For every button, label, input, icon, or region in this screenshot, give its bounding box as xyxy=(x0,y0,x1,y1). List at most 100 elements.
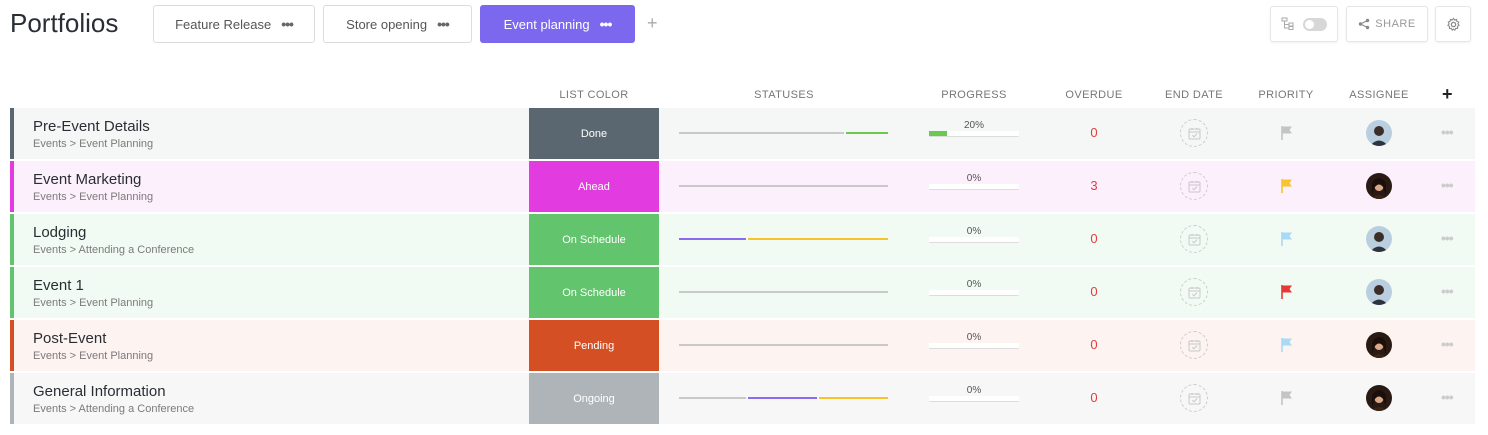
avatar-male[interactable] xyxy=(1366,120,1392,146)
more-dots-icon[interactable]: ••• xyxy=(600,16,613,32)
list-color-block[interactable]: Done xyxy=(529,108,659,159)
row-name[interactable]: Event 1 xyxy=(33,277,84,294)
add-tab-button[interactable]: + xyxy=(647,13,658,34)
hierarchy-toggle-button[interactable] xyxy=(1270,6,1338,42)
column-header-progress[interactable]: PROGRESS xyxy=(924,89,1024,101)
table-row[interactable]: Pre-Event Details Events > Event Plannin… xyxy=(10,108,1475,159)
overdue-count: 0 xyxy=(1090,231,1098,246)
row-color-bar xyxy=(10,161,14,212)
row-name[interactable]: Lodging xyxy=(33,224,86,241)
avatar-male[interactable] xyxy=(1366,279,1392,305)
status-segment xyxy=(679,344,888,346)
column-header-end-date[interactable]: END DATE xyxy=(1154,89,1234,101)
row-name[interactable]: Pre-Event Details xyxy=(33,118,150,135)
table-row[interactable]: Event 1 Events > Event Planning On Sched… xyxy=(10,267,1475,318)
status-segment xyxy=(748,397,817,399)
priority-flag-icon[interactable] xyxy=(1280,337,1294,353)
list-color-block[interactable]: Ongoing xyxy=(529,373,659,424)
progress-label: 0% xyxy=(966,385,982,396)
end-date-picker[interactable] xyxy=(1180,172,1208,200)
priority-flag-icon[interactable] xyxy=(1280,125,1294,141)
row-breadcrumb: Events > Event Planning xyxy=(33,297,154,309)
column-header-assignee[interactable]: ASSIGNEE xyxy=(1339,89,1419,101)
row-color-bar xyxy=(10,320,14,371)
calendar-icon xyxy=(1188,287,1201,299)
progress-bar xyxy=(929,343,1019,349)
gear-icon xyxy=(1446,17,1460,31)
priority-flag-icon[interactable] xyxy=(1280,390,1294,406)
column-header-list-color[interactable]: LIST COLOR xyxy=(539,89,649,101)
progress-fill xyxy=(929,131,947,136)
overdue-count: 0 xyxy=(1090,337,1098,352)
progress-bar xyxy=(929,290,1019,296)
share-button[interactable]: SHARE xyxy=(1346,6,1428,42)
calendar-icon xyxy=(1188,128,1201,140)
progress-label: 0% xyxy=(966,279,982,290)
more-dots-icon[interactable]: ••• xyxy=(437,16,450,32)
row-color-bar xyxy=(10,267,14,318)
column-header-statuses[interactable]: STATUSES xyxy=(704,89,864,101)
table-row[interactable]: Post-Event Events > Event Planning Pendi… xyxy=(10,320,1475,371)
progress-bar xyxy=(929,131,1019,137)
table-row[interactable]: Lodging Events > Attending a Conference … xyxy=(10,214,1475,265)
tab-feature-release[interactable]: Feature Release ••• xyxy=(153,5,315,43)
row-name[interactable]: Event Marketing xyxy=(33,171,141,188)
row-color-bar xyxy=(10,108,14,159)
row-breadcrumb: Events > Attending a Conference xyxy=(33,403,195,415)
row-more-icon[interactable]: ••• xyxy=(1441,124,1454,140)
row-more-icon[interactable]: ••• xyxy=(1441,389,1454,405)
page-title: Portfolios xyxy=(10,8,119,38)
row-name[interactable]: General Information xyxy=(33,383,166,400)
column-header-priority[interactable]: PRIORITY xyxy=(1246,89,1326,101)
avatar-female[interactable] xyxy=(1366,385,1392,411)
list-color-block[interactable]: On Schedule xyxy=(529,214,659,265)
progress-bar xyxy=(929,237,1019,243)
calendar-icon xyxy=(1188,234,1201,246)
list-color-block[interactable]: Pending xyxy=(529,320,659,371)
tab-label: Store opening xyxy=(346,16,428,32)
tab-event-planning[interactable]: Event planning ••• xyxy=(480,5,635,43)
row-name[interactable]: Post-Event xyxy=(33,330,106,347)
row-color-bar xyxy=(10,373,14,424)
row-breadcrumb: Events > Event Planning xyxy=(33,191,154,203)
progress-label: 20% xyxy=(963,120,984,131)
settings-button[interactable] xyxy=(1435,6,1471,42)
share-label: SHARE xyxy=(1375,18,1416,30)
calendar-icon xyxy=(1188,181,1201,193)
end-date-picker[interactable] xyxy=(1180,331,1208,359)
tab-label: Feature Release xyxy=(175,16,272,32)
status-segment xyxy=(679,291,888,293)
priority-flag-icon[interactable] xyxy=(1280,231,1294,247)
row-more-icon[interactable]: ••• xyxy=(1441,177,1454,193)
row-breadcrumb: Events > Attending a Conference xyxy=(33,244,195,256)
end-date-picker[interactable] xyxy=(1180,225,1208,253)
more-dots-icon[interactable]: ••• xyxy=(281,16,294,32)
table-row[interactable]: Event Marketing Events > Event Planning … xyxy=(10,161,1475,212)
progress-label: 0% xyxy=(966,332,982,343)
status-segment xyxy=(679,238,746,240)
overdue-count: 0 xyxy=(1090,390,1098,405)
priority-flag-icon[interactable] xyxy=(1280,178,1294,194)
status-segment xyxy=(748,238,888,240)
avatar-female[interactable] xyxy=(1366,173,1392,199)
column-header-overdue[interactable]: OVERDUE xyxy=(1054,89,1134,101)
toggle-switch[interactable] xyxy=(1303,17,1327,31)
row-more-icon[interactable]: ••• xyxy=(1441,283,1454,299)
list-color-block[interactable]: Ahead xyxy=(529,161,659,212)
status-segment xyxy=(679,185,888,187)
avatar-female[interactable] xyxy=(1366,332,1392,358)
row-more-icon[interactable]: ••• xyxy=(1441,230,1454,246)
avatar-male[interactable] xyxy=(1366,226,1392,252)
tab-label: Event planning xyxy=(503,16,590,32)
tab-store-opening[interactable]: Store opening ••• xyxy=(323,5,472,43)
end-date-picker[interactable] xyxy=(1180,384,1208,412)
add-column-button[interactable]: + xyxy=(1442,84,1453,105)
end-date-picker[interactable] xyxy=(1180,119,1208,147)
end-date-picker[interactable] xyxy=(1180,278,1208,306)
row-more-icon[interactable]: ••• xyxy=(1441,336,1454,352)
list-color-block[interactable]: On Schedule xyxy=(529,267,659,318)
table-row[interactable]: General Information Events > Attending a… xyxy=(10,373,1475,424)
row-breadcrumb: Events > Event Planning xyxy=(33,350,154,362)
priority-flag-icon[interactable] xyxy=(1280,284,1294,300)
calendar-icon xyxy=(1188,393,1201,405)
